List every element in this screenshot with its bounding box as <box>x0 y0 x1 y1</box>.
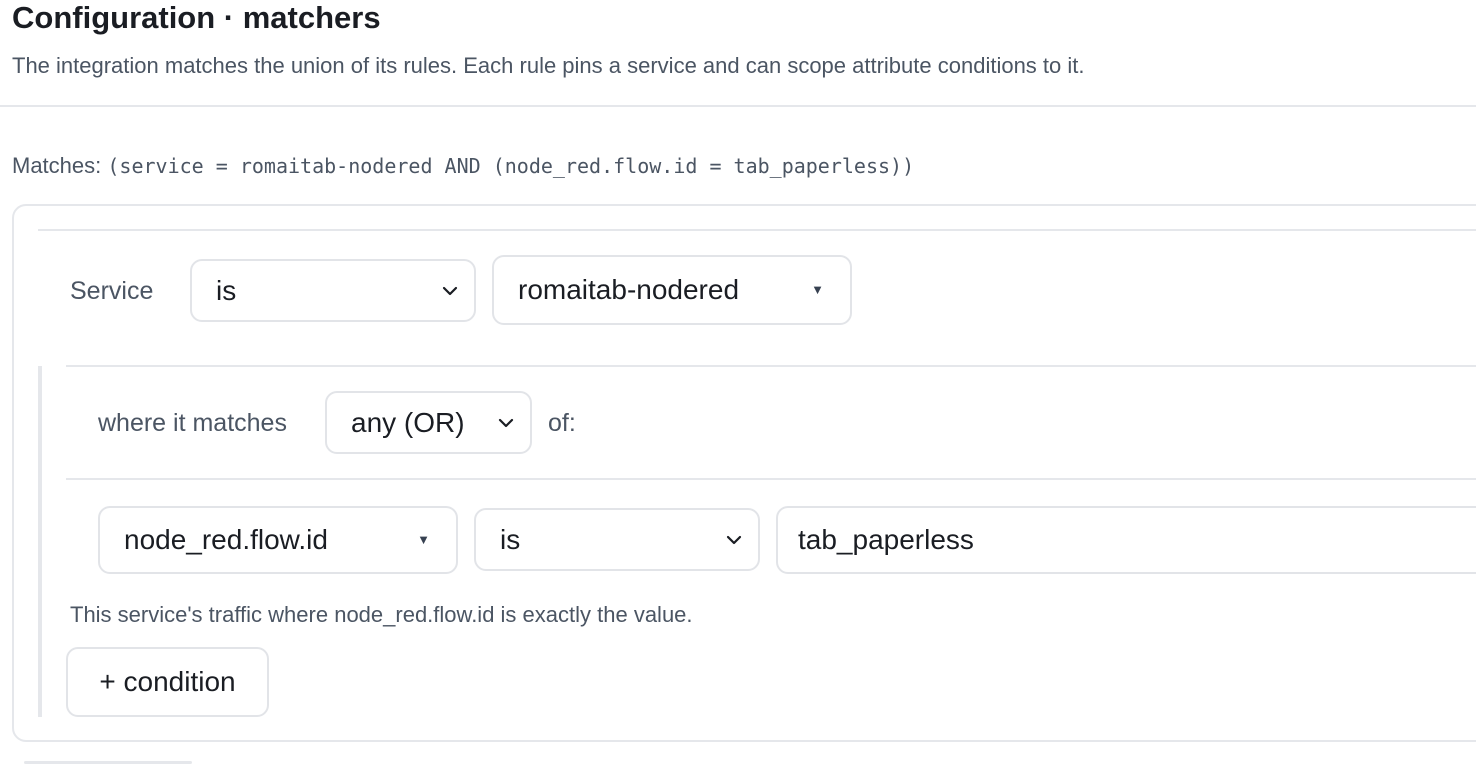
matches-label: Matches: <box>12 153 102 178</box>
chevron-down-icon <box>498 418 514 427</box>
caret-down-icon: ▼ <box>417 532 430 547</box>
condition-operator-select[interactable]: is <box>474 508 760 571</box>
service-value-text: romaitab-nodered <box>518 274 740 305</box>
condition-attribute-text: node_red.flow.id <box>124 524 328 555</box>
add-condition-button[interactable]: + condition <box>66 647 269 717</box>
matches-expression: (service = romaitab-nodered AND (node_re… <box>107 154 915 178</box>
service-operator-select[interactable]: is <box>190 259 476 322</box>
chevron-down-icon <box>442 286 458 295</box>
page-title: Configuration · matchers <box>12 0 381 35</box>
group-prefix-label: where it matches <box>98 409 287 437</box>
service-operator-value: is <box>216 274 237 306</box>
condition-operator-value: is <box>500 523 521 555</box>
match-mode-select[interactable]: any (OR) <box>325 391 532 454</box>
matches-summary: Matches: (service = romaitab-nodered AND… <box>12 151 914 181</box>
matchers-config-page: Configuration · matchers The integration… <box>0 0 1476 764</box>
chevron-down-icon <box>726 535 742 544</box>
header-divider <box>0 105 1476 107</box>
rule-top-divider <box>38 229 1476 231</box>
condition-group-rail <box>38 366 42 717</box>
condition-top-divider <box>66 478 1476 480</box>
condition-attribute-combobox[interactable]: node_red.flow.id ▼ <box>98 506 458 574</box>
group-suffix-label: of: <box>548 409 576 437</box>
condition-value-input[interactable] <box>776 506 1476 574</box>
caret-down-icon: ▼ <box>811 282 824 297</box>
service-label: Service <box>70 277 154 305</box>
group-top-divider <box>66 365 1476 367</box>
condition-hint: This service's traffic where node_red.fl… <box>70 602 693 627</box>
page-subtitle: The integration matches the union of its… <box>12 53 1085 78</box>
match-mode-value: any (OR) <box>351 406 465 438</box>
service-value-combobox[interactable]: romaitab-nodered ▼ <box>492 255 852 325</box>
